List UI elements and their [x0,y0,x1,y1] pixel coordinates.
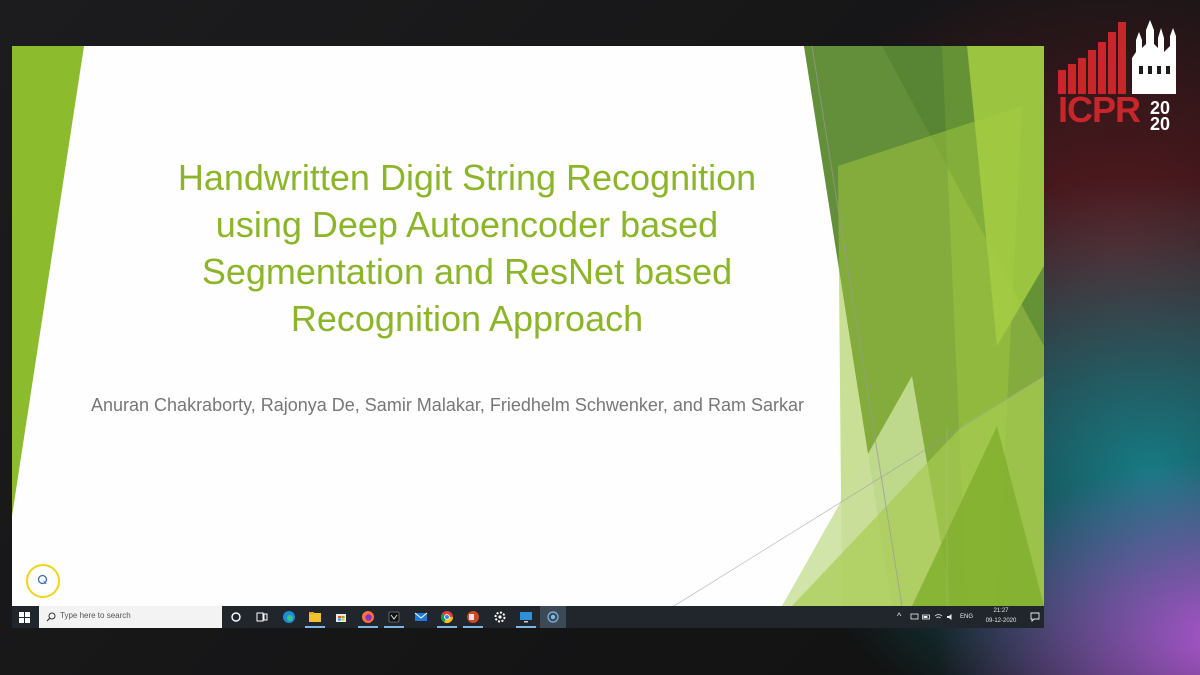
file-explorer-icon[interactable] [307,609,323,625]
tray-chevron-icon[interactable]: ^ [897,611,901,621]
mail-icon[interactable] [413,609,429,625]
chrome-icon[interactable] [439,609,455,625]
remote-desktop-icon[interactable] [518,609,534,625]
slide-authors: Anuran Chakraborty, Rajonya De, Samir Ma… [91,395,804,415]
logo-bar [1088,50,1096,94]
cathedral-icon [1132,20,1176,94]
active-indicator [463,626,483,628]
slide-title-line: using Deep Autoencoder based [215,204,719,245]
logo-year-bottom: 20 [1150,114,1171,134]
language-indicator[interactable]: ENG [960,614,973,620]
cortana-icon[interactable] [228,609,244,625]
notification-icon[interactable] [1030,612,1040,622]
active-indicator [358,626,378,628]
clock-time[interactable]: 21:27 [984,608,1018,614]
recording-app-button[interactable] [540,606,566,628]
logo-bar [1098,42,1106,94]
slide-title-line: Recognition Approach [290,298,644,339]
recording-icon [547,611,559,623]
task-view-icon[interactable] [254,609,270,625]
network-icon[interactable] [910,613,919,621]
search-placeholder: Type here to search [60,611,131,620]
firefox-icon[interactable] [360,609,376,625]
slide-title-line: Segmentation and ResNet based [201,251,733,292]
edge-icon[interactable] [281,609,297,625]
cursor-icon [37,574,48,585]
wifi-icon[interactable] [934,613,943,621]
settings-icon[interactable] [492,609,508,625]
volume-icon[interactable] [946,613,955,621]
logo-text: ICPR [1058,89,1141,130]
logo-bar [1118,22,1126,94]
slide-title: Handwritten Digit String Recognition usi… [107,154,827,342]
app-icon[interactable] [386,609,402,625]
battery-icon[interactable] [922,613,931,621]
active-indicator [384,626,404,628]
clock-date[interactable]: 09-12-2020 [980,618,1022,624]
active-indicator [437,626,457,628]
powerpoint-icon[interactable] [465,609,481,625]
cursor-highlight [26,564,60,598]
search-icon [46,612,56,622]
taskbar: Type here to search ^ ENG 21:27 09-12-20… [12,606,1044,628]
taskbar-search-box[interactable]: Type here to search [39,606,222,628]
shared-screen: Handwritten Digit String Recognition usi… [12,46,1044,628]
icpr-logo: ICPR 20 20 [1058,18,1178,134]
store-icon[interactable] [333,609,349,625]
logo-bar [1108,32,1116,94]
slide-title-line: Handwritten Digit String Recognition [177,157,757,198]
presentation-slide: Handwritten Digit String Recognition usi… [12,46,1044,606]
windows-icon [19,612,30,623]
active-indicator [305,626,325,628]
active-indicator [516,626,536,628]
system-tray: ^ ENG 21:27 09-12-2020 [894,606,1044,628]
start-button[interactable] [12,606,38,628]
